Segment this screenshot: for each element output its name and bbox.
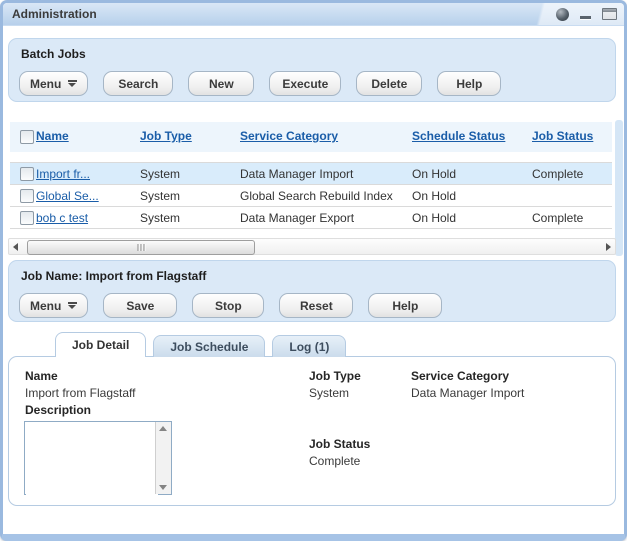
- window-title: Administration: [12, 7, 97, 21]
- titlebar: Administration: [3, 3, 624, 26]
- description-field-wrapper: [24, 421, 172, 495]
- cell-job-type: System: [140, 211, 180, 225]
- maximize-icon[interactable]: [602, 8, 617, 20]
- scroll-left-arrow-icon[interactable]: [13, 243, 18, 251]
- scrollbar-thumb[interactable]: [27, 240, 255, 255]
- row-checkbox[interactable]: [20, 189, 34, 203]
- cell-schedule-status: On Hold: [412, 211, 456, 225]
- job-menu-button[interactable]: Menu: [19, 293, 88, 318]
- service-category-label: Service Category: [411, 369, 509, 383]
- cell-job-status: Complete: [532, 167, 583, 181]
- name-label: Name: [25, 369, 58, 383]
- job-panel-toolbar: Menu Save Stop Reset Help: [19, 293, 442, 318]
- job-menu-label: Menu: [30, 299, 61, 313]
- batch-menu-button[interactable]: Menu: [19, 71, 88, 96]
- cell-job-type: System: [140, 189, 180, 203]
- cell-schedule-status: On Hold: [412, 189, 456, 203]
- job-name-link[interactable]: bob c test: [36, 211, 88, 225]
- scrollbar-grip-icon: [138, 244, 145, 251]
- reset-button[interactable]: Reset: [279, 293, 353, 318]
- menu-caret-icon: [68, 80, 77, 87]
- job-name-link[interactable]: Import fr...: [36, 167, 90, 181]
- scroll-down-arrow-icon[interactable]: [159, 485, 167, 490]
- help-button-job[interactable]: Help: [368, 293, 442, 318]
- select-all-checkbox[interactable]: [20, 130, 34, 144]
- vertical-scrollbar[interactable]: [155, 422, 171, 494]
- description-label: Description: [25, 403, 91, 417]
- column-header-job-type[interactable]: Job Type: [140, 129, 192, 143]
- tab-job-schedule[interactable]: Job Schedule: [153, 335, 265, 357]
- administration-window: Administration Batch Jobs Menu Search Ne…: [0, 0, 627, 541]
- batch-jobs-title: Batch Jobs: [21, 47, 86, 61]
- batch-jobs-toolbar: Menu Search New Execute Delete Help: [19, 71, 501, 96]
- cell-job-type: System: [140, 167, 180, 181]
- cell-schedule-status: On Hold: [412, 167, 456, 181]
- tab-bar: Job Detail Job Schedule Log (1): [55, 332, 346, 357]
- cell-service-category: Data Manager Import: [240, 167, 353, 181]
- grid-body: Import fr... System Data Manager Import …: [10, 162, 612, 229]
- table-row[interactable]: Import fr... System Data Manager Import …: [10, 163, 612, 185]
- help-button-batch[interactable]: Help: [437, 71, 501, 96]
- job-status-label: Job Status: [309, 437, 370, 451]
- batch-jobs-panel: Batch Jobs Menu Search New Execute Delet…: [8, 38, 616, 102]
- menu-caret-icon: [68, 302, 77, 309]
- column-header-name[interactable]: Name: [36, 129, 69, 143]
- delete-button[interactable]: Delete: [356, 71, 422, 96]
- table-row[interactable]: Global Se... System Global Search Rebuil…: [10, 185, 612, 207]
- cell-job-status: Complete: [532, 211, 583, 225]
- job-panel: Job Name: Import from Flagstaff Menu Sav…: [8, 260, 616, 322]
- job-type-value: System: [309, 386, 349, 400]
- minimize-icon[interactable]: [580, 16, 591, 19]
- column-header-service-category[interactable]: Service Category: [240, 129, 338, 143]
- description-field[interactable]: [26, 423, 158, 495]
- service-category-value: Data Manager Import: [411, 386, 524, 400]
- row-checkbox[interactable]: [20, 167, 34, 181]
- name-value: Import from Flagstaff: [25, 386, 135, 400]
- new-button[interactable]: New: [188, 71, 254, 96]
- column-header-job-status[interactable]: Job Status: [532, 129, 593, 143]
- job-type-label: Job Type: [309, 369, 361, 383]
- job-detail-panel: Name Import from Flagstaff Description J…: [8, 356, 616, 506]
- batch-menu-label: Menu: [30, 77, 61, 91]
- job-name-link[interactable]: Global Se...: [36, 189, 99, 203]
- stop-button[interactable]: Stop: [192, 293, 264, 318]
- row-checkbox[interactable]: [20, 211, 34, 225]
- grid-right-gutter: [615, 120, 623, 256]
- cell-service-category: Global Search Rebuild Index: [240, 189, 393, 203]
- horizontal-scrollbar[interactable]: [8, 238, 616, 255]
- execute-button[interactable]: Execute: [269, 71, 341, 96]
- cell-service-category: Data Manager Export: [240, 211, 354, 225]
- column-header-schedule-status[interactable]: Schedule Status: [412, 129, 505, 143]
- scroll-right-arrow-icon[interactable]: [606, 243, 611, 251]
- job-status-value: Complete: [309, 454, 360, 468]
- save-button[interactable]: Save: [103, 293, 177, 318]
- tab-log[interactable]: Log (1): [272, 335, 346, 357]
- window-controls: [556, 7, 617, 21]
- search-button[interactable]: Search: [103, 71, 173, 96]
- scroll-up-arrow-icon[interactable]: [159, 426, 167, 431]
- job-panel-title: Job Name: Import from Flagstaff: [21, 269, 206, 283]
- table-row[interactable]: bob c test System Data Manager Export On…: [10, 207, 612, 229]
- tab-job-detail[interactable]: Job Detail: [55, 332, 146, 357]
- refresh-icon[interactable]: [556, 8, 569, 21]
- grid-header: Name Job Type Service Category Schedule …: [10, 122, 612, 152]
